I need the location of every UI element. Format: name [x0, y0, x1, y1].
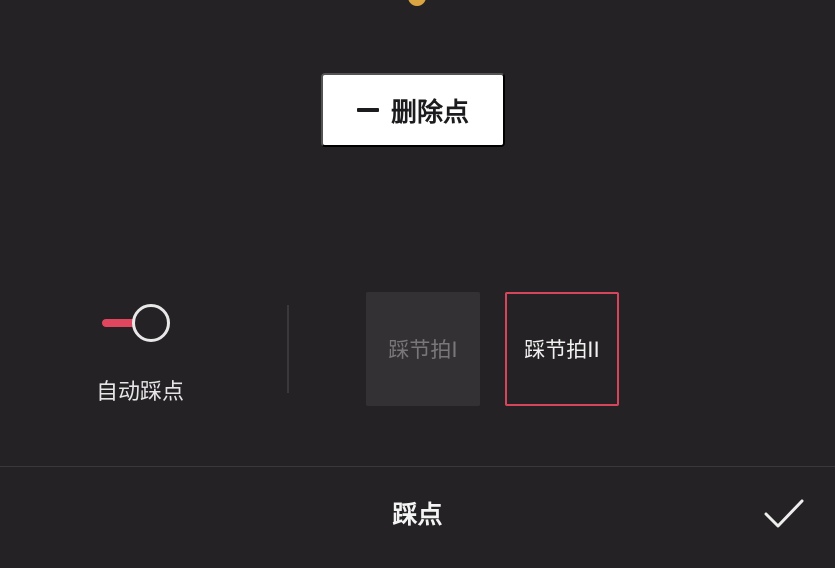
delete-point-button[interactable]: 删除点 — [321, 73, 505, 147]
beat-editor-panel: 删除点 自动踩点 踩节拍I 踩节拍II 踩点 — [0, 0, 835, 568]
toggle-knob — [132, 304, 170, 342]
auto-beat-label: 自动踩点 — [95, 380, 184, 405]
bottom-title: 踩点 — [392, 500, 443, 529]
section-divider — [287, 305, 289, 393]
beat-option-2-label: 踩节拍II — [524, 338, 600, 362]
top-indicator-icon — [408, 0, 426, 6]
auto-beat-control[interactable]: 自动踩点 — [88, 300, 192, 410]
beat-option-1-label: 踩节拍I — [388, 338, 458, 362]
confirm-button[interactable] — [760, 494, 808, 534]
delete-point-label: 删除点 — [390, 96, 469, 127]
beat-option-1[interactable]: 踩节拍I — [366, 292, 480, 406]
check-icon — [764, 499, 804, 528]
bottom-bar: 踩点 — [0, 466, 835, 568]
beat-option-2[interactable]: 踩节拍II — [505, 292, 619, 406]
auto-beat-toggle[interactable] — [102, 303, 170, 342]
minus-icon — [356, 108, 379, 112]
